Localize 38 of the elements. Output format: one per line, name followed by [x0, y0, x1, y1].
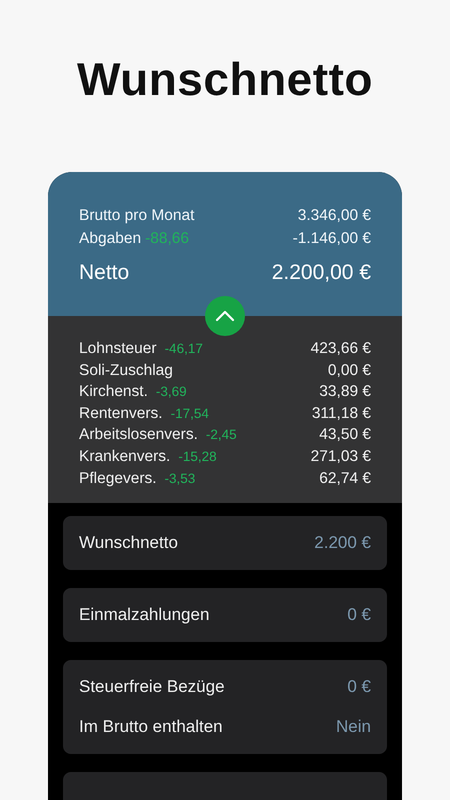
deduction-label: Rentenvers.	[79, 404, 163, 424]
delta-amount: -17,54	[170, 404, 209, 423]
delta-amount: -15,28	[178, 448, 217, 466]
deduction-label: Krankenvers.	[79, 446, 170, 467]
setting-value[interactable]: 2.200 €	[314, 533, 371, 554]
page-title: Wunschnetto	[77, 52, 373, 107]
setting-value[interactable]: Nein	[336, 717, 371, 738]
delta-amount: -2,45	[206, 426, 237, 444]
setting-label: Einmalzahlungen	[79, 605, 210, 626]
summary-value: -1.146,00 €	[292, 229, 371, 249]
collapse-button[interactable]	[205, 296, 245, 336]
delta-amount: -46,17	[164, 340, 203, 358]
deduction-label: Kirchenst.	[79, 382, 148, 402]
deduction-value: 62,74 €	[319, 468, 371, 489]
summary-value: 3.346,00 €	[298, 206, 371, 226]
summary-label: Abgaben	[79, 229, 142, 249]
setting-label: Wunschnetto	[79, 533, 178, 554]
deduction-label: Lohnsteuer	[79, 339, 157, 359]
deduction-label: Soli-Zuschlag	[79, 360, 173, 381]
setting-label: Im Brutto enthalten	[79, 717, 223, 738]
deduction-value: 0,00 €	[328, 360, 371, 381]
deduction-value: 311,18 €	[312, 404, 371, 424]
setting-value[interactable]: 0 €	[347, 605, 371, 626]
deduction-value: 43,50 €	[319, 425, 371, 446]
setting-label: Steuerfreie Bezüge	[79, 677, 225, 698]
netto-label: Netto	[79, 260, 130, 286]
netto-value: 2.200,00 €	[272, 260, 371, 286]
chevron-icon	[215, 310, 235, 322]
delta-amount: -88,66	[145, 229, 190, 249]
deduction-label: Pflegevers.	[79, 468, 157, 489]
deduction-value: 423,66 €	[310, 339, 371, 359]
deduction-value: 33,89 €	[319, 382, 371, 402]
setting-value[interactable]: 0 €	[347, 677, 371, 698]
delta-amount: -3,69	[156, 383, 187, 402]
summary-label: Brutto pro Monat	[79, 206, 194, 226]
delta-amount: -3,53	[164, 470, 196, 488]
deduction-label: Arbeitslosenvers.	[79, 425, 198, 446]
deduction-value: 271,03 €	[310, 446, 371, 467]
